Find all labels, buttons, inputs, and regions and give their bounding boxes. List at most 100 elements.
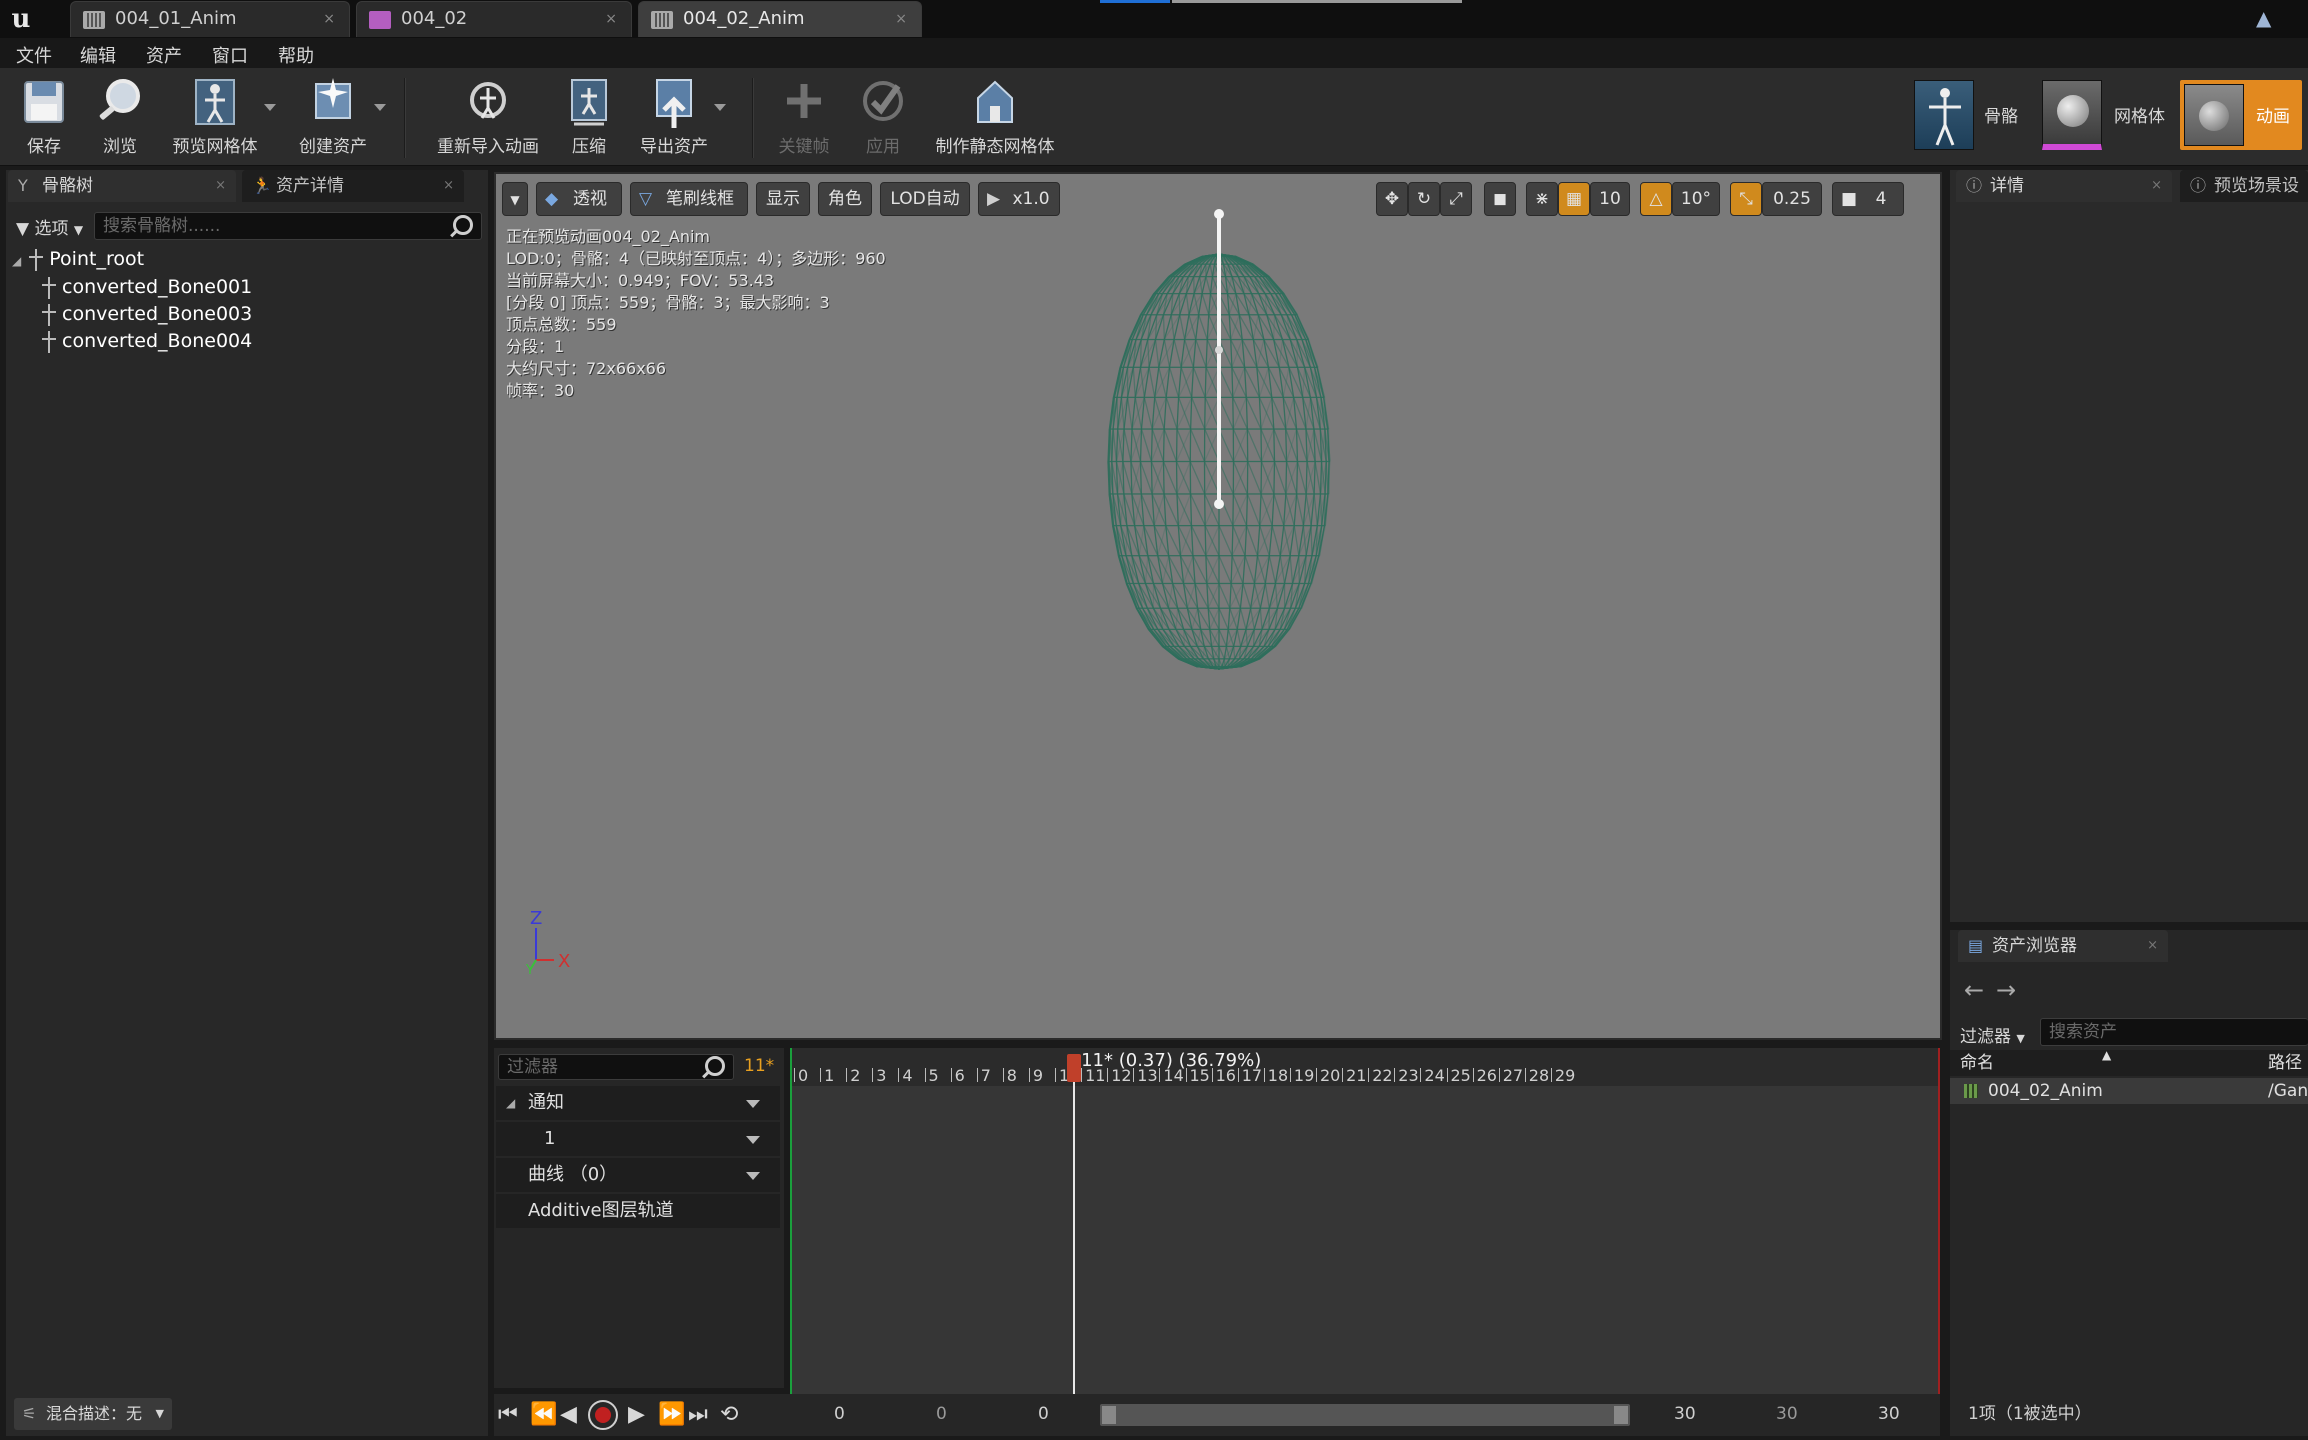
asset-search-input[interactable]: 搜索资产 [2040,1018,2308,1046]
close-icon[interactable]: × [2147,930,2158,962]
back-arrow-icon[interactable]: ← [1964,976,1984,1004]
close-icon[interactable]: × [323,2,335,36]
jump-to-end-icon[interactable]: ⏭ [688,1403,708,1427]
scale-tool-button[interactable]: ⤢ [1440,182,1472,216]
doc-tab-004-01-anim[interactable]: 004_01_Anim × [70,1,350,37]
options-dropdown[interactable]: ▼ 选项 ▼ [16,214,83,239]
asset-row[interactable]: 004_02_Anim /Gan [1950,1078,2308,1104]
create-asset-dropdown-icon[interactable] [374,104,386,111]
col-path-header[interactable]: 路径 [2268,1050,2302,1076]
doc-tab-004-02-anim[interactable]: 004_02_Anim × [638,1,922,37]
preview-mesh-dropdown-icon[interactable] [264,104,276,111]
search-icon[interactable] [453,215,473,235]
perspective-button[interactable]: ◆ 透视 [536,182,622,216]
track-notifies[interactable]: ◢ 通知 [496,1086,780,1120]
keyframe-button[interactable]: 关键帧 [772,74,836,162]
graduation-cap-icon[interactable]: ▲ [2256,6,2282,30]
chevron-down-icon[interactable] [746,1100,760,1108]
timeline-filter-input[interactable]: 过滤器 [498,1054,734,1080]
chevron-down-icon[interactable] [746,1172,760,1180]
tab-asset-browser[interactable]: ▤ 资产浏览器 × [1958,930,2168,962]
lod-button[interactable]: LOD自动 [880,182,970,216]
track-curves[interactable]: 曲线 （0） [496,1158,780,1192]
skeleton-search-input[interactable]: 搜索骨骼树...... [94,212,482,240]
grid-snap-value[interactable]: 10 [1590,182,1630,216]
view-start-value[interactable]: 0 [834,1404,845,1424]
play-icon[interactable]: ▶ [628,1403,645,1427]
camera-speed-button[interactable]: ■ 4 [1832,182,1904,216]
playback-speed-button[interactable]: ▶ x1.0 [978,182,1060,216]
tab-skeleton-tree[interactable]: Y 骨骼树 × [8,170,236,202]
playhead-handle[interactable] [1067,1054,1082,1082]
translate-tool-button[interactable]: ✥ [1376,182,1408,216]
blend-profile-button[interactable]: ⚟ 混合描述：无 ▼ [14,1398,173,1430]
tree-item-bone003[interactable]: converted_Bone003 [40,301,252,327]
expand-triangle-icon[interactable]: ◢ [12,254,21,268]
compress-button[interactable]: 压缩 [558,74,620,162]
tree-item-point-root[interactable]: ◢ Point_root [12,246,144,272]
working-start-value[interactable]: 0 [936,1404,947,1424]
coordinate-space-button[interactable]: ◼ [1484,182,1516,216]
apply-button[interactable]: 应用 [852,74,914,162]
asset-filter-dropdown[interactable]: 过滤器 ▼ [1960,1022,2025,1047]
expand-triangle-icon[interactable]: ◢ [506,1086,515,1120]
reimport-animation-button[interactable]: 重新导入动画 [430,74,546,162]
search-icon[interactable] [705,1056,725,1076]
scale-snap-value[interactable]: 0.25 [1762,182,1822,216]
show-button[interactable]: 显示 [756,182,810,216]
mode-animation-button[interactable]: 动画 [2180,80,2302,150]
chevron-down-icon[interactable] [746,1136,760,1144]
rotate-tool-button[interactable]: ↻ [1408,182,1440,216]
close-icon[interactable]: × [443,170,454,202]
timeline-ruler[interactable]: 0123456789101112131415161718192021222324… [792,1048,1938,1086]
preview-mesh-button[interactable]: 预览网格体 [168,74,262,162]
menu-window[interactable]: 窗口 [212,42,248,68]
tree-item-bone001[interactable]: converted_Bone001 [40,274,252,300]
brush-wireframe-button[interactable]: ▽ 笔刷线框 [630,182,748,216]
tree-item-bone004[interactable]: converted_Bone004 [40,328,252,354]
unreal-logo-icon[interactable]: u [4,2,38,36]
make-static-mesh-button[interactable]: 制作静态网格体 [928,74,1062,162]
record-button[interactable] [588,1400,618,1430]
grid-snap-toggle[interactable]: ▦ [1558,182,1590,216]
mode-mesh-button[interactable]: 网格体 [2042,80,2174,150]
menu-file[interactable]: 文件 [16,42,52,68]
view-end-value[interactable]: 30 [1878,1404,1900,1424]
view-range-scrollbar[interactable] [1100,1404,1630,1426]
loop-icon[interactable]: ⟲ [720,1403,738,1427]
rotation-snap-toggle[interactable]: △ [1640,182,1672,216]
timeline-area[interactable]: 0123456789101112131415161718192021222324… [790,1048,1940,1394]
range-handle-right[interactable] [1614,1406,1628,1424]
tab-asset-details[interactable]: 🏃 资产详情 × [242,170,464,202]
step-forward-icon[interactable]: ⏩ [658,1403,685,1427]
forward-arrow-icon[interactable]: → [1996,976,2016,1004]
tab-details[interactable]: ⓘ 详情 × [1956,170,2172,202]
browse-button[interactable]: 浏览 [88,74,152,162]
export-dropdown-icon[interactable] [714,104,726,111]
jump-to-start-icon[interactable]: ⏮ [498,1403,518,1427]
tab-preview-scene[interactable]: ⓘ 预览场景设 [2180,170,2308,202]
range-handle-left[interactable] [1102,1406,1116,1424]
playback-start-value[interactable]: 0 [1038,1404,1049,1424]
surface-snap-button[interactable]: ⋇ [1526,182,1558,216]
preview-viewport[interactable]: Z X Y ▼ ◆ 透视 ▽ 笔刷线框 显示 角色 LOD自动 ▶ x1.0 ✥… [494,172,1942,1040]
menu-help[interactable]: 帮助 [278,42,314,68]
step-back-icon[interactable]: ⏪ [530,1403,557,1427]
close-icon[interactable]: × [605,2,617,36]
playhead-line[interactable] [1073,1054,1076,1394]
col-name-header[interactable]: 命名 [1960,1050,1994,1076]
viewport-options-dropdown[interactable]: ▼ [502,182,528,216]
track-notify-1[interactable]: 1 [496,1122,780,1156]
menu-edit[interactable]: 编辑 [80,42,116,68]
doc-tab-004-02[interactable]: 004_02 × [356,1,632,37]
menu-asset[interactable]: 资产 [146,42,182,68]
mode-skeleton-button[interactable]: 骨骼 [1914,80,2038,150]
save-button[interactable]: 保存 [12,74,76,162]
play-reverse-icon[interactable]: ◀ [560,1403,577,1427]
rotation-snap-value[interactable]: 10° [1672,182,1720,216]
scale-snap-toggle[interactable]: ⤡ [1730,182,1762,216]
playback-end-value[interactable]: 30 [1674,1404,1696,1424]
working-end-value[interactable]: 30 [1776,1404,1798,1424]
character-button[interactable]: 角色 [818,182,872,216]
track-additive-layer[interactable]: Additive图层轨道 [496,1194,780,1228]
